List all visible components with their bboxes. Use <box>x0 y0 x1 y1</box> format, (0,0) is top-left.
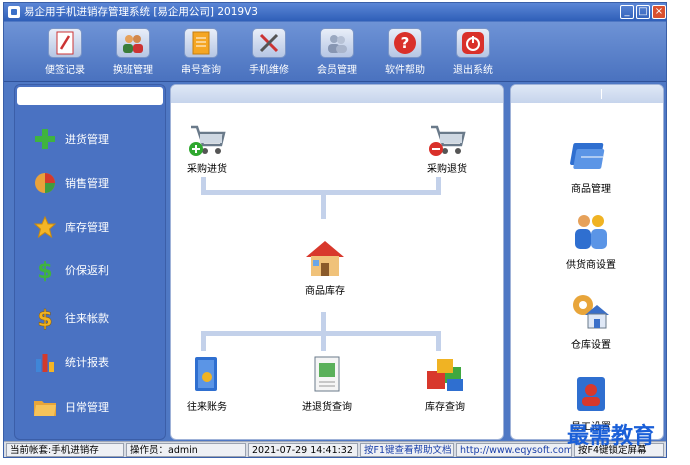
svg-text:$: $ <box>37 259 52 282</box>
exit-button[interactable]: 退出系统 <box>441 28 505 76</box>
dollar-gold-icon: $ <box>33 306 57 330</box>
ledger-book-icon <box>195 357 217 391</box>
svg-text:?: ? <box>401 34 410 52</box>
cart-add-icon <box>189 125 226 156</box>
supplier-settings-label: 供货商设置 <box>566 260 616 271</box>
folder-icon <box>33 395 57 419</box>
boxes-icon <box>427 359 463 391</box>
purchase-in-button[interactable]: 采购进货 <box>177 121 237 175</box>
purchase-return-label: 采购退货 <box>427 164 467 175</box>
shift-button[interactable]: 换班管理 <box>101 28 165 76</box>
sidebar: 进货管理 销售管理 库存管理 $ 价保返利 $ 往来帐款 统计报表 日常管理 <box>14 84 166 440</box>
sidebar-item-label: 销售管理 <box>65 177 109 190</box>
help-icon: ? <box>388 28 422 58</box>
title-bar: 易企用手机进销存管理系统 [易企用公司] 2019V3 _ □ × <box>4 3 666 21</box>
io-query-button[interactable]: 进退货查询 <box>295 355 359 413</box>
accounts-label: 往来账务 <box>187 402 227 413</box>
members-icon <box>320 28 354 58</box>
sidebar-item-label: 进货管理 <box>65 133 109 146</box>
members-label: 会员管理 <box>317 65 357 76</box>
connector-bottom-center <box>321 331 326 351</box>
product-management-label: 商品管理 <box>571 184 611 195</box>
sidebar-item-label: 库存管理 <box>65 221 109 234</box>
status-operator: 操作员：admin <box>126 443 246 457</box>
sidebar-item-accounts[interactable]: $ 往来帐款 <box>33 303 109 333</box>
house-icon <box>306 241 344 276</box>
sidebar-item-sales[interactable]: 销售管理 <box>33 168 109 198</box>
sidebar-item-label: 日常管理 <box>65 401 109 414</box>
connector-top-left <box>201 177 206 194</box>
staff-card-icon <box>577 377 605 411</box>
shift-label: 换班管理 <box>113 65 153 76</box>
tools-icon <box>252 28 286 58</box>
notebook-button[interactable]: 便签记录 <box>33 28 97 76</box>
accounts-button[interactable]: 往来账务 <box>177 355 237 413</box>
supplier-people-icon <box>575 215 607 249</box>
sidebar-header <box>17 87 163 105</box>
status-help: 按F1键查看帮助文档 <box>360 443 454 457</box>
notebook-label: 便签记录 <box>45 65 85 76</box>
star-icon <box>33 215 57 239</box>
close-button[interactable]: × <box>652 5 666 19</box>
plus-icon <box>33 127 57 151</box>
connector-top-mid <box>321 193 326 219</box>
main-panel: 采购进货 采购退货 商品库存 往来账务 进退货查询 库存查询 <box>170 84 504 440</box>
settings-header <box>511 85 663 103</box>
settings-panel: 商品管理 供货商设置 仓库设置 员工设置 <box>510 84 664 440</box>
dollar-icon: $ <box>33 258 57 282</box>
sidebar-item-label: 价保返利 <box>65 264 109 277</box>
warehouse-settings-button[interactable]: 仓库设置 <box>551 291 631 351</box>
sidebar-item-rebate[interactable]: $ 价保返利 <box>33 255 109 285</box>
repair-button[interactable]: 手机维修 <box>237 28 301 76</box>
shift-people-icon <box>116 28 150 58</box>
minimize-button[interactable]: _ <box>620 5 634 19</box>
members-button[interactable]: 会员管理 <box>305 28 369 76</box>
app-icon <box>8 6 20 18</box>
exit-label: 退出系统 <box>453 65 493 76</box>
app-window: 易企用手机进销存管理系统 [易企用公司] 2019V3 _ □ × 便签记录 换… <box>3 2 667 458</box>
sidebar-item-daily[interactable]: 日常管理 <box>33 392 109 422</box>
notebook-icon <box>48 28 82 58</box>
sidebar-item-label: 统计报表 <box>65 356 109 369</box>
warehouse-settings-label: 仓库设置 <box>571 340 611 351</box>
help-label: 软件帮助 <box>385 65 425 76</box>
bar-chart-icon <box>33 350 57 374</box>
help-button[interactable]: ? 软件帮助 <box>373 28 437 76</box>
inventory-label: 商品库存 <box>305 286 345 297</box>
svg-text:$: $ <box>37 307 52 330</box>
cart-remove-icon <box>429 125 466 156</box>
repair-label: 手机维修 <box>249 65 289 76</box>
sidebar-item-stock[interactable]: 库存管理 <box>33 212 109 242</box>
serial-query-label: 串号查询 <box>181 65 221 76</box>
window-title: 易企用手机进销存管理系统 [易企用公司] 2019V3 <box>24 6 258 18</box>
io-doc-icon <box>314 356 340 392</box>
status-datetime: 2021-07-29 14:41:32 <box>248 443 358 457</box>
connector-bottom-right <box>436 331 441 351</box>
main-header <box>171 85 503 103</box>
sidebar-item-label: 往来帐款 <box>65 312 109 325</box>
toolbar: 便签记录 换班管理 串号查询 手机维修 会员管理 ? 软件帮助 退出系统 <box>4 22 666 82</box>
sidebar-item-purchase[interactable]: 进货管理 <box>33 124 109 154</box>
connector-top-right <box>436 177 441 194</box>
purchase-return-button[interactable]: 采购退货 <box>417 121 477 175</box>
maximize-button[interactable]: □ <box>636 5 650 19</box>
product-management-button[interactable]: 商品管理 <box>551 135 631 195</box>
serial-doc-icon <box>184 28 218 58</box>
warehouse-gear-icon <box>573 295 609 329</box>
sidebar-item-reports[interactable]: 统计报表 <box>33 347 109 377</box>
power-icon <box>456 28 490 58</box>
status-url[interactable]: http://www.eqysoft.com/ <box>456 443 572 457</box>
watermark: 最需教育 <box>567 423 656 449</box>
supplier-settings-button[interactable]: 供货商设置 <box>551 211 631 271</box>
serial-query-button[interactable]: 串号查询 <box>169 28 233 76</box>
stock-query-label: 库存查询 <box>425 402 465 413</box>
status-account: 当前帐套:手机进销存 <box>6 443 124 457</box>
stock-query-button[interactable]: 库存查询 <box>413 355 477 413</box>
purchase-in-label: 采购进货 <box>187 164 227 175</box>
pie-icon <box>33 171 57 195</box>
connector-bottom-left <box>201 331 206 351</box>
product-cards-icon <box>570 143 605 169</box>
inventory-button[interactable]: 商品库存 <box>293 237 357 297</box>
io-query-label: 进退货查询 <box>302 402 352 413</box>
